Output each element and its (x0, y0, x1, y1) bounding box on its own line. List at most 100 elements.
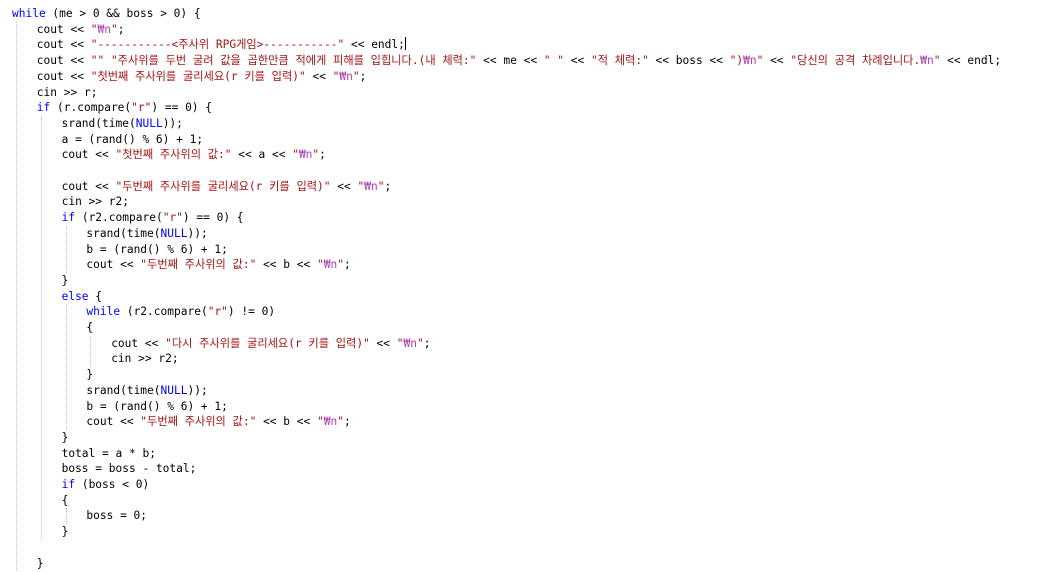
code-token: = ( (68, 132, 96, 146)
code-line[interactable]: if (r2.compare("r") == 0) { (62, 210, 244, 226)
code-token: ; (189, 462, 197, 476)
code-token: srand (86, 383, 121, 397)
code-token: "r" (207, 305, 228, 319)
code-line[interactable]: { (62, 493, 69, 509)
indent-guide (65, 508, 67, 525)
code-line[interactable]: { (86, 320, 93, 336)
code-line[interactable]: boss = 0; (86, 508, 147, 524)
code-token: = (95, 446, 116, 460)
code-token: "다시 주사위를 굴리세요(r 키를 입력)" (165, 336, 370, 350)
code-line[interactable]: cout << "-----------<주사위 RPG게임>---------… (37, 37, 406, 53)
code-line[interactable]: cin >> r2; (111, 351, 178, 367)
code-token: ; (122, 195, 129, 209)
code-line[interactable]: } (62, 524, 69, 540)
code-line[interactable]: a = (rand() % 6) + 1; (62, 132, 203, 148)
code-token: cout (61, 148, 89, 162)
code-line[interactable]: b = (rand() % 6) + 1; (86, 399, 227, 415)
code-line[interactable]: srand(time(NULL)); (86, 226, 207, 242)
code-token: r2 (108, 195, 123, 209)
code-line[interactable]: else { (62, 289, 102, 305)
code-line[interactable]: b = (rand() % 6) + 1; (86, 242, 227, 258)
code-token: while (86, 305, 121, 319)
code-token: ; (90, 85, 98, 99)
code-token: time (102, 116, 129, 130)
code-line[interactable]: } (62, 430, 69, 446)
code-token: ; (994, 54, 1002, 68)
code-token: << (305, 69, 333, 83)
code-token: << (516, 54, 544, 68)
code-line[interactable]: cout << "" "주사위를 두번 굴려 값을 곱한만큼 적에게 피해를 입… (37, 53, 1001, 69)
code-line[interactable]: cin >> r; (37, 85, 98, 101)
code-line[interactable]: cout << "두번째 주사위의 값:" << b << "₩n"; (86, 257, 350, 273)
code-token: compare (77, 101, 125, 115)
code-token: ( (120, 226, 127, 240)
code-line[interactable]: cin >> r2; (62, 194, 129, 210)
code-line[interactable]: srand(time(NULL)); (62, 116, 183, 132)
code-editor[interactable]: while (me > 0 && boss > 0) {cout << "₩n"… (0, 0, 1055, 572)
code-line[interactable]: while (r2.compare("r") != 0) (86, 304, 275, 320)
code-token: ) == 0) { (151, 101, 213, 115)
code-line[interactable]: if (boss < 0) (62, 477, 150, 493)
code-token: (me > 0 && boss > 0) { (45, 7, 201, 20)
code-line[interactable]: srand(time(NULL)); (86, 383, 207, 399)
code-line[interactable]: } (37, 556, 44, 572)
code-token: . (102, 211, 109, 225)
code-token: } (61, 273, 69, 287)
code-token: "첫번째 주사위를 굴리세요(r 키를 입력)" (90, 69, 306, 83)
code-token: ( (50, 101, 64, 115)
code-token: srand (61, 116, 96, 130)
code-token: "주사위를 두번 굴려 값을 곱한만큼 적에게 피해를 입힙니다.(내 체력:" (110, 54, 477, 68)
code-line[interactable]: if (r.compare("r") == 0) { (37, 100, 212, 116)
code-token: compare (153, 305, 201, 319)
code-token: - (135, 462, 156, 476)
code-token: "두번째 주사위의 값:" (140, 415, 257, 429)
indent-guide (16, 21, 17, 572)
code-token: "" (90, 54, 105, 68)
code-line[interactable]: total = a * b; (62, 446, 156, 462)
code-token: "첫번째 주사위의 값:" (115, 148, 232, 162)
code-token: ; (319, 148, 326, 162)
indent-guide (65, 225, 67, 273)
code-token: me (503, 54, 517, 68)
code-token: cin (61, 195, 82, 209)
code-token: } (86, 368, 94, 382)
code-token: () % 6) + 1; (147, 242, 228, 256)
code-token: ( (75, 478, 89, 491)
code-token: if (36, 101, 51, 115)
code-token: * (122, 446, 143, 460)
code-token: endl (371, 38, 399, 52)
code-token: >> (57, 85, 84, 99)
code-token: total (61, 446, 96, 460)
code-token: ( (153, 383, 161, 397)
code-line[interactable]: boss = boss - total; (62, 461, 197, 477)
code-line[interactable]: cout << "첫번째 주사위의 값:" << a << "₩n"; (62, 147, 326, 163)
code-token: >> (81, 195, 109, 209)
code-token: time (126, 226, 154, 240)
code-token: = 0; (113, 509, 148, 523)
code-token: rand (120, 242, 148, 256)
code-token: time (126, 383, 154, 397)
code-line[interactable]: cout << "첫번째 주사위를 굴리세요(r 키를 입력)" << "₩n"… (37, 69, 367, 85)
code-line[interactable]: while (me > 0 && boss > 0) { (12, 6, 201, 22)
code-token: cout (86, 415, 114, 429)
code-line[interactable]: cout << "₩n"; (37, 22, 125, 38)
code-token: ( (200, 305, 208, 319)
code-token: boss (675, 54, 703, 68)
code-line[interactable]: cout << "두번째 주사위의 값:" << b << "₩n"; (86, 414, 350, 430)
code-token: ₩n (323, 258, 338, 272)
code-token: srand (86, 226, 121, 240)
code-line[interactable]: cout << "다시 주사위를 굴리세요(r 키를 입력)" << "₩n"; (111, 336, 430, 352)
code-line[interactable]: } (62, 273, 69, 289)
code-token: NULL (160, 226, 188, 240)
code-token: "두번째 주사위의 값:" (140, 258, 257, 272)
code-token: cout (36, 54, 64, 68)
code-line[interactable]: } (86, 367, 93, 383)
code-token: << (63, 69, 91, 83)
code-token: rand (95, 132, 123, 146)
code-token: << (290, 415, 317, 429)
code-line[interactable]: cout << "두번째 주사위를 굴리세요(r 키를 입력)" << "₩n"… (62, 179, 392, 195)
code-token: ; (359, 69, 367, 83)
code-token: ₩n (339, 69, 353, 83)
code-token: << (648, 54, 676, 68)
